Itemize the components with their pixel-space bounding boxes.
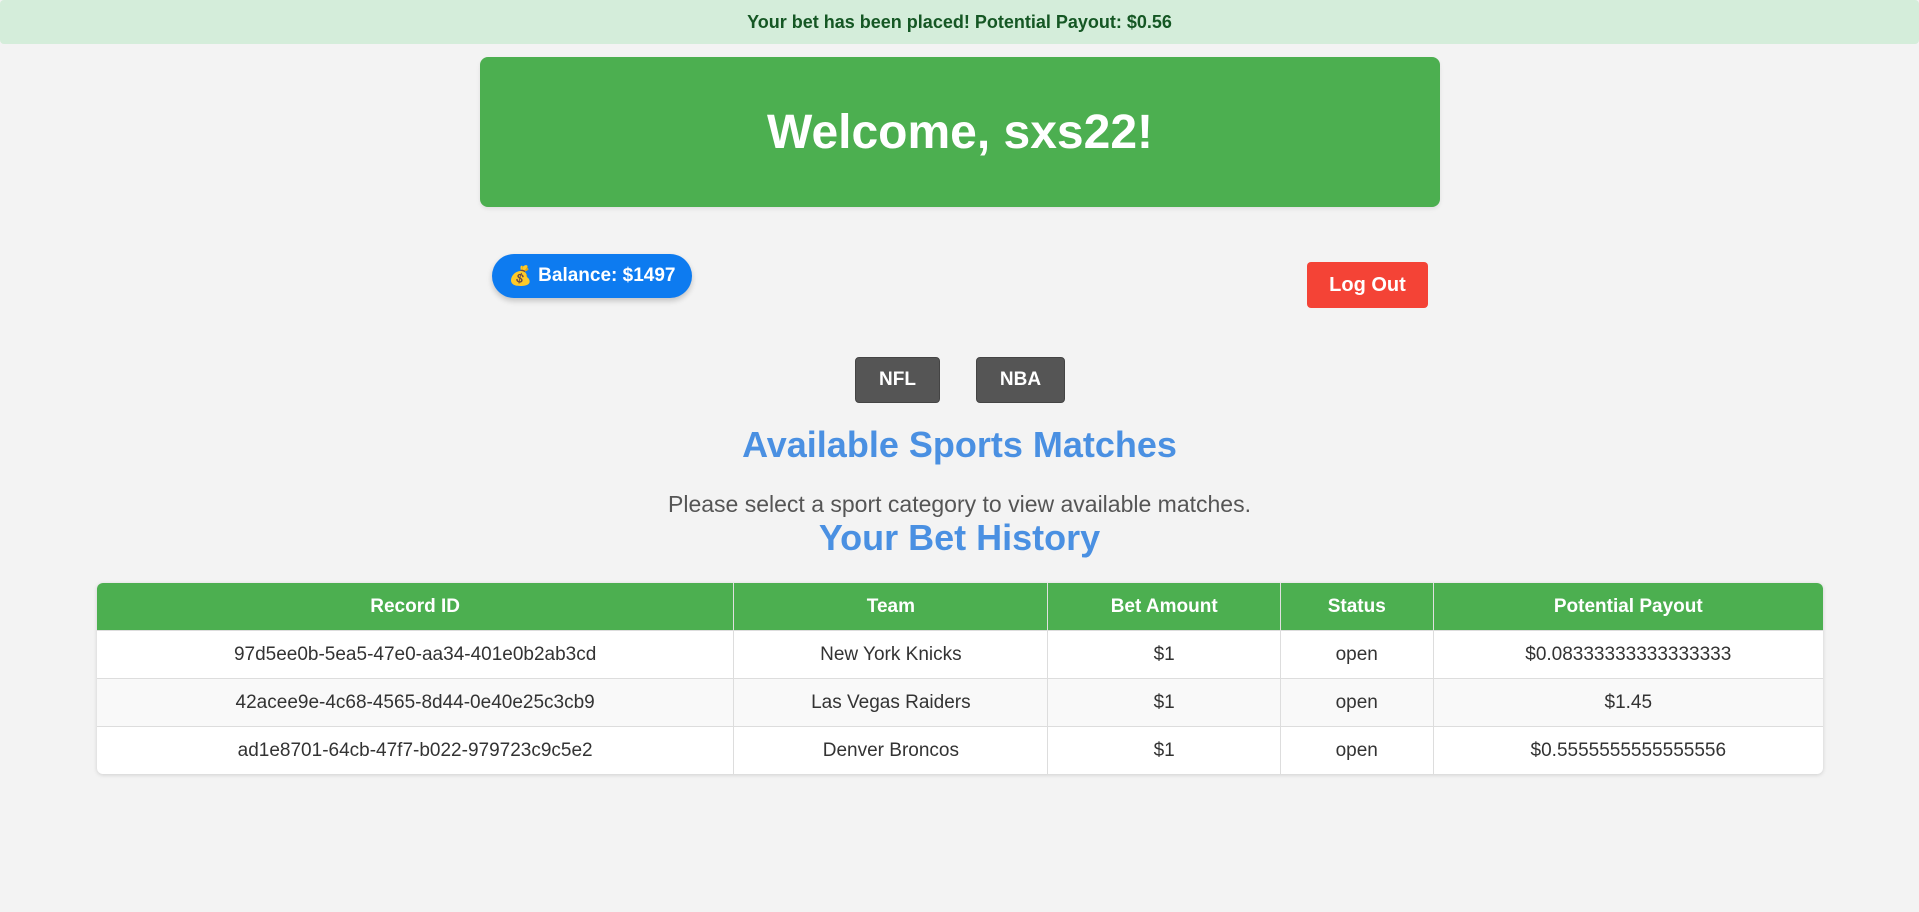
money-bag-icon: 💰 — [508, 266, 533, 287]
select-sport-note: Please select a sport category to view a… — [668, 491, 1251, 517]
balance-badge[interactable]: 💰 Balance: $1497 — [492, 254, 692, 298]
nfl-button[interactable]: NFL — [855, 357, 940, 403]
welcome-title: Welcome, sxs22! — [767, 105, 1153, 159]
payout-cell: $0.08333333333333333 — [1433, 630, 1823, 679]
column-header-team: Team — [733, 583, 1049, 631]
bet-amount-cell: $1 — [1047, 726, 1281, 774]
status-cell: open — [1280, 678, 1434, 727]
column-header-status: Status — [1280, 583, 1434, 631]
welcome-header: Welcome, sxs22! — [480, 57, 1440, 207]
table-row: 97d5ee0b-5ea5-47e0-aa34-401e0b2ab3cd New… — [97, 630, 1823, 679]
bet-history-title: Your Bet History — [818, 517, 1101, 558]
status-cell: open — [1280, 630, 1434, 679]
record-id-cell: 97d5ee0b-5ea5-47e0-aa34-401e0b2ab3cd — [97, 630, 735, 679]
payout-cell: $0.5555555555555556 — [1433, 726, 1823, 774]
team-cell: Denver Broncos — [733, 726, 1049, 774]
payout-cell: $1.45 — [1433, 678, 1823, 727]
bet-history-table: Record ID Team Bet Amount Status Potenti… — [97, 583, 1823, 774]
available-matches-title: Available Sports Matches — [742, 424, 1177, 465]
table-row: ad1e8701-64cb-47f7-b022-979723c9c5e2 Den… — [97, 726, 1823, 774]
record-id-cell: 42acee9e-4c68-4565-8d44-0e40e25c3cb9 — [97, 678, 735, 727]
column-header-bet-amount: Bet Amount — [1047, 583, 1281, 631]
table-header-row: Record ID Team Bet Amount Status Potenti… — [97, 583, 1823, 631]
team-cell: Las Vegas Raiders — [733, 678, 1049, 727]
column-header-record-id: Record ID — [97, 583, 735, 631]
column-header-potential-payout: Potential Payout — [1433, 583, 1823, 631]
balance-label: Balance: $1497 — [538, 265, 676, 286]
bet-amount-cell: $1 — [1047, 630, 1281, 679]
team-cell: New York Knicks — [733, 630, 1049, 679]
nba-button[interactable]: NBA — [976, 357, 1065, 403]
status-cell: open — [1280, 726, 1434, 774]
record-id-cell: ad1e8701-64cb-47f7-b022-979723c9c5e2 — [97, 726, 735, 774]
logout-button[interactable]: Log Out — [1307, 262, 1428, 308]
bet-amount-cell: $1 — [1047, 678, 1281, 727]
success-banner: Your bet has been placed! Potential Payo… — [0, 0, 1919, 44]
table-row: 42acee9e-4c68-4565-8d44-0e40e25c3cb9 Las… — [97, 678, 1823, 727]
